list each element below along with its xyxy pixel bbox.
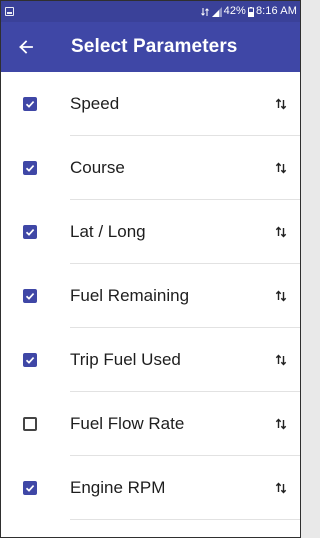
parameter-label: Fuel Remaining — [70, 286, 190, 305]
parameter-label: Lat / Long — [70, 222, 146, 241]
parameter-label: Trip Fuel Used — [70, 350, 181, 369]
status-bar: 42% 8:16 AM — [1, 1, 300, 22]
parameter-row[interactable]: Fuel Flow Rate — [1, 392, 300, 456]
status-left — [5, 7, 14, 16]
status-right: 42% 8:16 AM — [200, 1, 297, 22]
app-bar: Select Parameters — [1, 22, 300, 72]
swap-vert-icon[interactable] — [274, 161, 288, 175]
signal-icon — [211, 6, 222, 17]
notification-icon — [5, 7, 14, 16]
parameter-row[interactable]: Engine RPM — [1, 456, 300, 520]
check-icon — [25, 229, 35, 236]
swap-vert-icon[interactable] — [274, 417, 288, 431]
checkbox-checked[interactable] — [23, 289, 37, 303]
parameter-label: Course — [70, 158, 125, 177]
checkbox-checked[interactable] — [23, 353, 37, 367]
parameter-label: Fuel Flow Rate — [70, 414, 185, 433]
parameter-row[interactable]: Course — [1, 136, 300, 200]
check-icon — [25, 485, 35, 492]
data-transfer-icon — [200, 7, 210, 17]
status-time: 8:16 AM — [255, 5, 297, 17]
arrow-left-icon — [19, 40, 33, 54]
parameter-row[interactable]: Speed — [1, 72, 300, 136]
parameter-label: Speed — [70, 94, 120, 113]
back-button[interactable] — [15, 36, 37, 58]
checkbox-checked[interactable] — [23, 161, 37, 175]
battery-icon — [247, 6, 254, 17]
check-icon — [25, 101, 35, 108]
parameter-row[interactable]: Lat / Long — [1, 200, 300, 264]
swap-vert-icon[interactable] — [274, 97, 288, 111]
check-icon — [25, 165, 35, 172]
check-icon — [25, 357, 35, 364]
checkbox-checked[interactable] — [23, 225, 37, 239]
parameter-row[interactable]: Fuel Remaining — [1, 264, 300, 328]
parameter-row[interactable]: Trip Fuel Used — [1, 328, 300, 392]
battery-percent: 42% — [223, 5, 246, 17]
parameter-list: Speed Course Lat / Long Fuel Remaining T… — [1, 72, 300, 520]
phone-screen: 42% 8:16 AM Select Parameters Speed Cour… — [0, 0, 301, 538]
checkbox-checked[interactable] — [23, 97, 37, 111]
swap-vert-icon[interactable] — [274, 481, 288, 495]
swap-vert-icon[interactable] — [274, 353, 288, 367]
checkbox-unchecked[interactable] — [23, 417, 37, 431]
swap-vert-icon[interactable] — [274, 225, 288, 239]
page-title: Select Parameters — [71, 36, 238, 57]
row-divider — [70, 519, 300, 520]
check-icon — [25, 293, 35, 300]
swap-vert-icon[interactable] — [274, 289, 288, 303]
checkbox-checked[interactable] — [23, 481, 37, 495]
parameter-label: Engine RPM — [70, 478, 166, 497]
